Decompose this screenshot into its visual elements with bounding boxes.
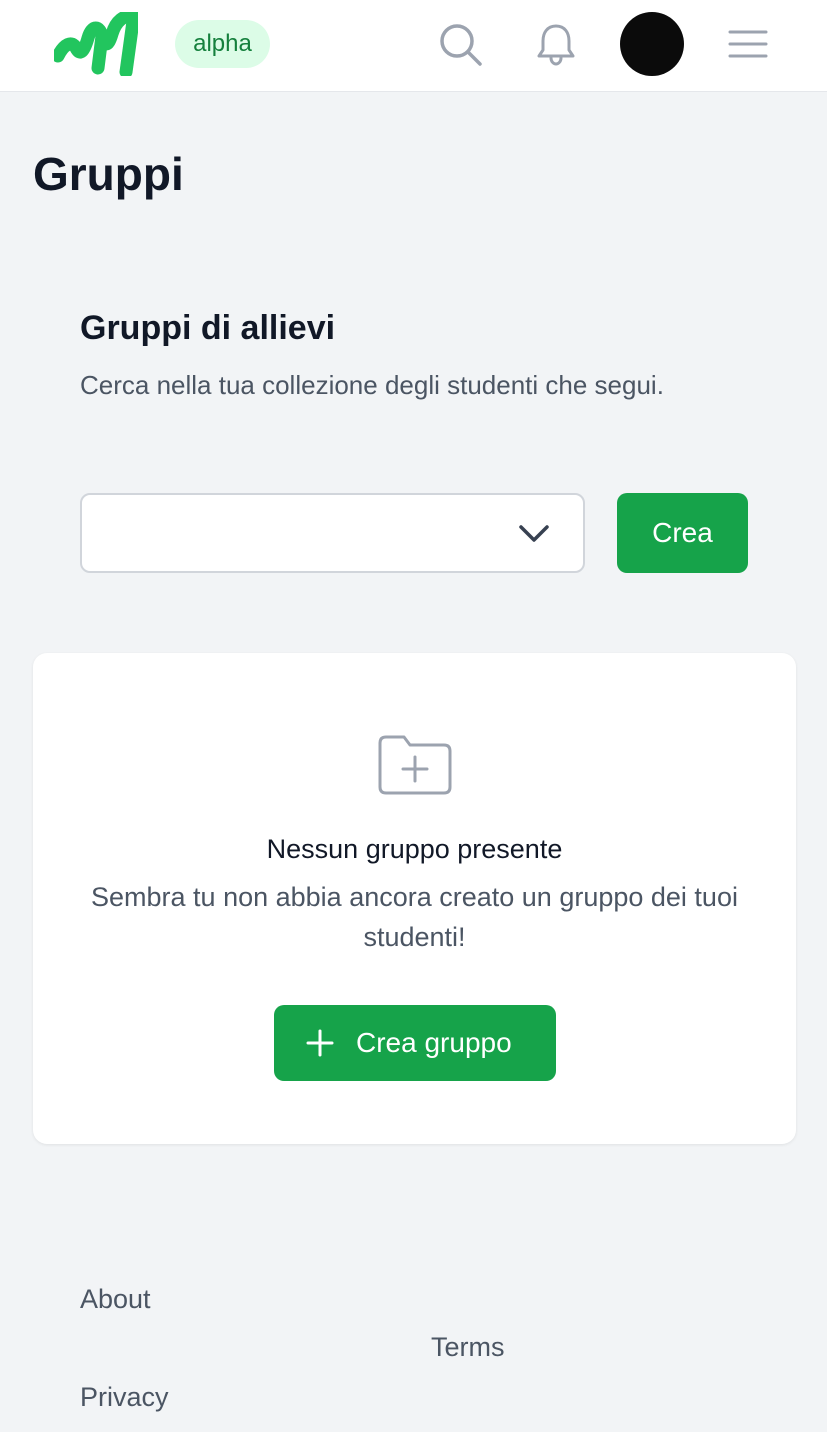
group-select-dropdown[interactable] [80, 493, 585, 573]
section-title: Gruppi di allievi [80, 309, 336, 347]
empty-state-title: Nessun gruppo presente [266, 834, 563, 864]
top-navigation-bar: alpha [0, 0, 827, 92]
create-group-label: Crea gruppo [356, 1027, 512, 1058]
section-description: Cerca nella tua collezione degli student… [80, 370, 664, 400]
empty-state-description: Sembra tu non abbia ancora creato un gru… [91, 882, 738, 952]
search-icon[interactable] [436, 20, 484, 68]
user-avatar[interactable] [620, 12, 684, 76]
create-button[interactable]: Crea [617, 493, 748, 573]
empty-state-card: Nessun gruppo presente Sembra tu non abb… [33, 653, 796, 1144]
chevron-down-icon [519, 525, 549, 542]
alpha-badge: alpha [175, 20, 270, 68]
create-group-button[interactable]: Crea gruppo [274, 1005, 556, 1081]
folder-plus-icon [378, 735, 452, 795]
hamburger-menu-icon[interactable] [724, 20, 772, 68]
footer-link-about[interactable]: About [80, 1281, 151, 1317]
footer-link-privacy[interactable]: Privacy [80, 1379, 169, 1415]
app-logo-icon[interactable] [54, 12, 138, 76]
plus-icon [306, 1029, 334, 1057]
page-title: Gruppi [33, 148, 184, 200]
footer-link-terms[interactable]: Terms [431, 1329, 505, 1365]
bell-icon[interactable] [532, 20, 580, 68]
